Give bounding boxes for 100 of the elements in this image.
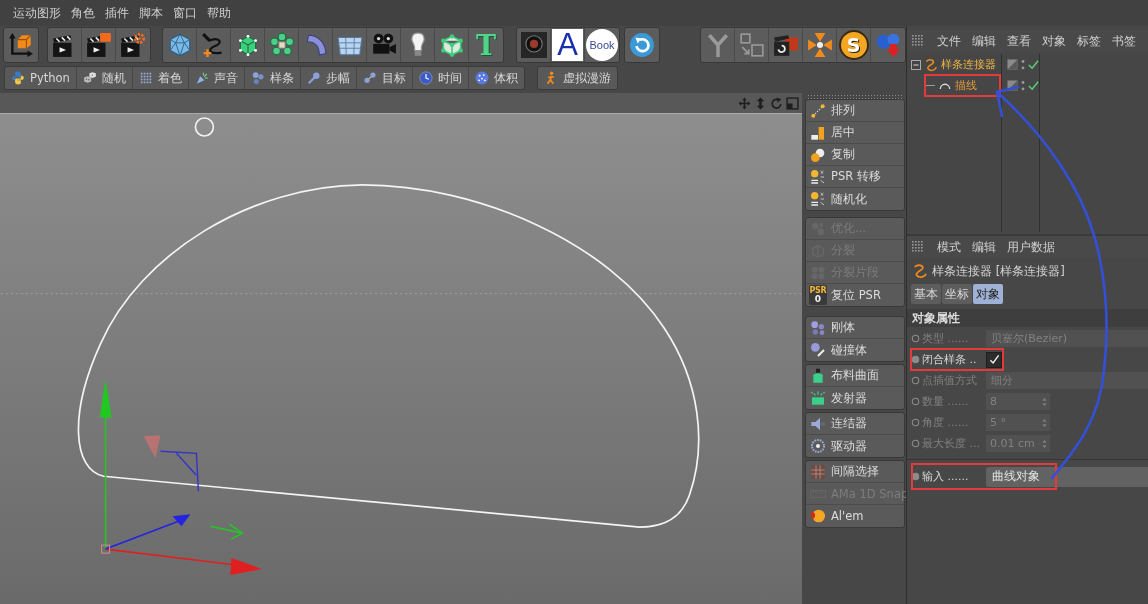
spinner-icon[interactable]: [1042, 417, 1047, 428]
python-icon: [11, 71, 25, 85]
rotation-marker: [143, 435, 200, 492]
menu-item[interactable]: 书签: [1112, 33, 1136, 49]
toolbar-button[interactable]: 虚拟漫游: [537, 67, 617, 89]
target-dots-icon: [362, 71, 377, 85]
gear-ring-icon: [810, 438, 826, 454]
menu-item[interactable]: 用户数据: [1007, 239, 1055, 255]
tab[interactable]: 对象: [973, 284, 1003, 304]
menu-item[interactable]: 文件: [937, 33, 961, 49]
menu-item[interactable]: 对象: [1042, 33, 1066, 49]
visibility-dots-icon[interactable]: [1021, 57, 1025, 72]
speaker-cone-icon: [194, 71, 209, 85]
palette-button[interactable]: 布料曲面: [806, 365, 904, 387]
sphere-cluster-icon: [810, 319, 826, 336]
menu-item[interactable]: 标签: [1077, 33, 1101, 49]
cube-cage-icon: [438, 32, 465, 58]
palette-button[interactable]: 发射器: [806, 387, 904, 409]
small-arrow: [209, 523, 244, 540]
toolbar-button[interactable]: 样条: [244, 67, 301, 89]
menu-item[interactable]: 窗口: [168, 5, 202, 21]
spinner-icon[interactable]: [1042, 396, 1047, 407]
check-icon[interactable]: [1028, 80, 1039, 91]
link-field[interactable]: 曲线对象: [986, 466, 1148, 487]
menu-item[interactable]: 查看: [1007, 33, 1031, 49]
palette-button[interactable]: 复制: [806, 144, 904, 166]
palette-button[interactable]: 碰撞体: [806, 339, 904, 361]
visibility-dots-icon[interactable]: [1021, 78, 1025, 93]
spinner-icon[interactable]: [1042, 438, 1047, 449]
toolbar-button[interactable]: 目标: [356, 67, 413, 89]
toolbar-button[interactable]: 随机: [76, 67, 133, 89]
lens-icon: [520, 32, 547, 58]
keyframe-dot-icon[interactable]: [911, 472, 920, 481]
clapboard-square-icon: [772, 32, 799, 58]
bubbles-icon: [250, 71, 265, 85]
axis-gizmo[interactable]: [99, 379, 263, 576]
keyframe-dot-icon[interactable]: [911, 439, 920, 448]
keyframe-dot-icon[interactable]: [911, 355, 920, 364]
toolbar-button[interactable]: 声音: [188, 67, 245, 89]
bar-chart-icon: [810, 124, 826, 141]
palette-button[interactable]: 间隔选择: [806, 461, 904, 483]
tab[interactable]: 基本: [911, 284, 941, 304]
toolbar-button[interactable]: Book: [585, 28, 619, 62]
object-name[interactable]: 描线: [955, 78, 977, 93]
disc-icon: [810, 508, 826, 524]
keyframe-dot-icon[interactable]: [911, 418, 920, 427]
toolbar-button[interactable]: Python: [5, 67, 77, 89]
swirl-icon: [912, 263, 928, 279]
palette-button[interactable]: Al'em: [806, 505, 904, 527]
menu-item[interactable]: 模式: [937, 239, 961, 255]
palette-button[interactable]: PSR 转移: [806, 166, 904, 188]
menu-item[interactable]: 编辑: [972, 239, 996, 255]
keyframe-dot-icon[interactable]: [911, 334, 920, 343]
menu-item[interactable]: 角色: [66, 5, 100, 21]
tray-rays-icon: [810, 390, 826, 406]
keyframe-dot-icon[interactable]: [911, 397, 920, 406]
palette-button[interactable]: 连结器: [806, 413, 904, 435]
palette-button[interactable]: 随机化: [806, 188, 904, 210]
section-header: 对象属性: [907, 309, 1148, 327]
arrows-inward-icon: [806, 32, 833, 58]
toolbar-button[interactable]: 着色: [132, 67, 189, 89]
move-icon[interactable]: [738, 96, 751, 110]
bottle-icon: [810, 367, 826, 384]
palette-button[interactable]: 居中: [806, 122, 904, 144]
speaker-icon: [810, 415, 826, 432]
collapse-icon[interactable]: [911, 59, 921, 70]
menu-item[interactable]: 脚本: [134, 5, 168, 21]
object-name[interactable]: 样条连接器: [941, 57, 996, 72]
grip-icon[interactable]: [912, 241, 924, 253]
dot-grid-icon: [138, 71, 153, 85]
spheres-icon: [810, 146, 826, 163]
swirl-icon: [924, 57, 938, 72]
check-icon[interactable]: [1028, 59, 1039, 70]
slashed-square-icon[interactable]: [1007, 80, 1018, 91]
menu-item[interactable]: 插件: [100, 5, 134, 21]
check-icon: [988, 354, 1000, 365]
menu-item[interactable]: 运动图形: [8, 5, 66, 21]
rotate-icon[interactable]: [770, 96, 783, 110]
checkbox[interactable]: [986, 351, 1002, 368]
dotted-line-icon: [810, 102, 826, 119]
palette-button[interactable]: 驱动器: [806, 435, 904, 457]
window-icon[interactable]: [786, 96, 799, 110]
spheres-arrow-icon: [875, 32, 901, 58]
tab[interactable]: 坐标: [942, 284, 972, 304]
slashed-square-icon[interactable]: [1007, 59, 1018, 70]
palette-button[interactable]: 排列: [806, 100, 904, 122]
pin-icon: [306, 71, 321, 85]
menu-item[interactable]: 编辑: [972, 33, 996, 49]
menu-item[interactable]: 帮助: [202, 5, 236, 21]
toolbar-button[interactable]: 体积: [468, 67, 524, 89]
keyframe-dot-icon[interactable]: [911, 376, 920, 385]
palette-button[interactable]: 刚体: [806, 317, 904, 339]
grip-icon[interactable]: [912, 35, 924, 47]
toolbar-button[interactable]: 时间: [412, 67, 469, 89]
toolbar-button[interactable]: T: [469, 28, 503, 62]
toolbar-button[interactable]: 步幅: [300, 67, 357, 89]
grid-tile-icon: [810, 463, 826, 480]
toolbar-button[interactable]: A: [551, 28, 585, 62]
clapboard-screen-icon: [85, 32, 112, 58]
psr-icon: PSR 0: [809, 285, 827, 305]
